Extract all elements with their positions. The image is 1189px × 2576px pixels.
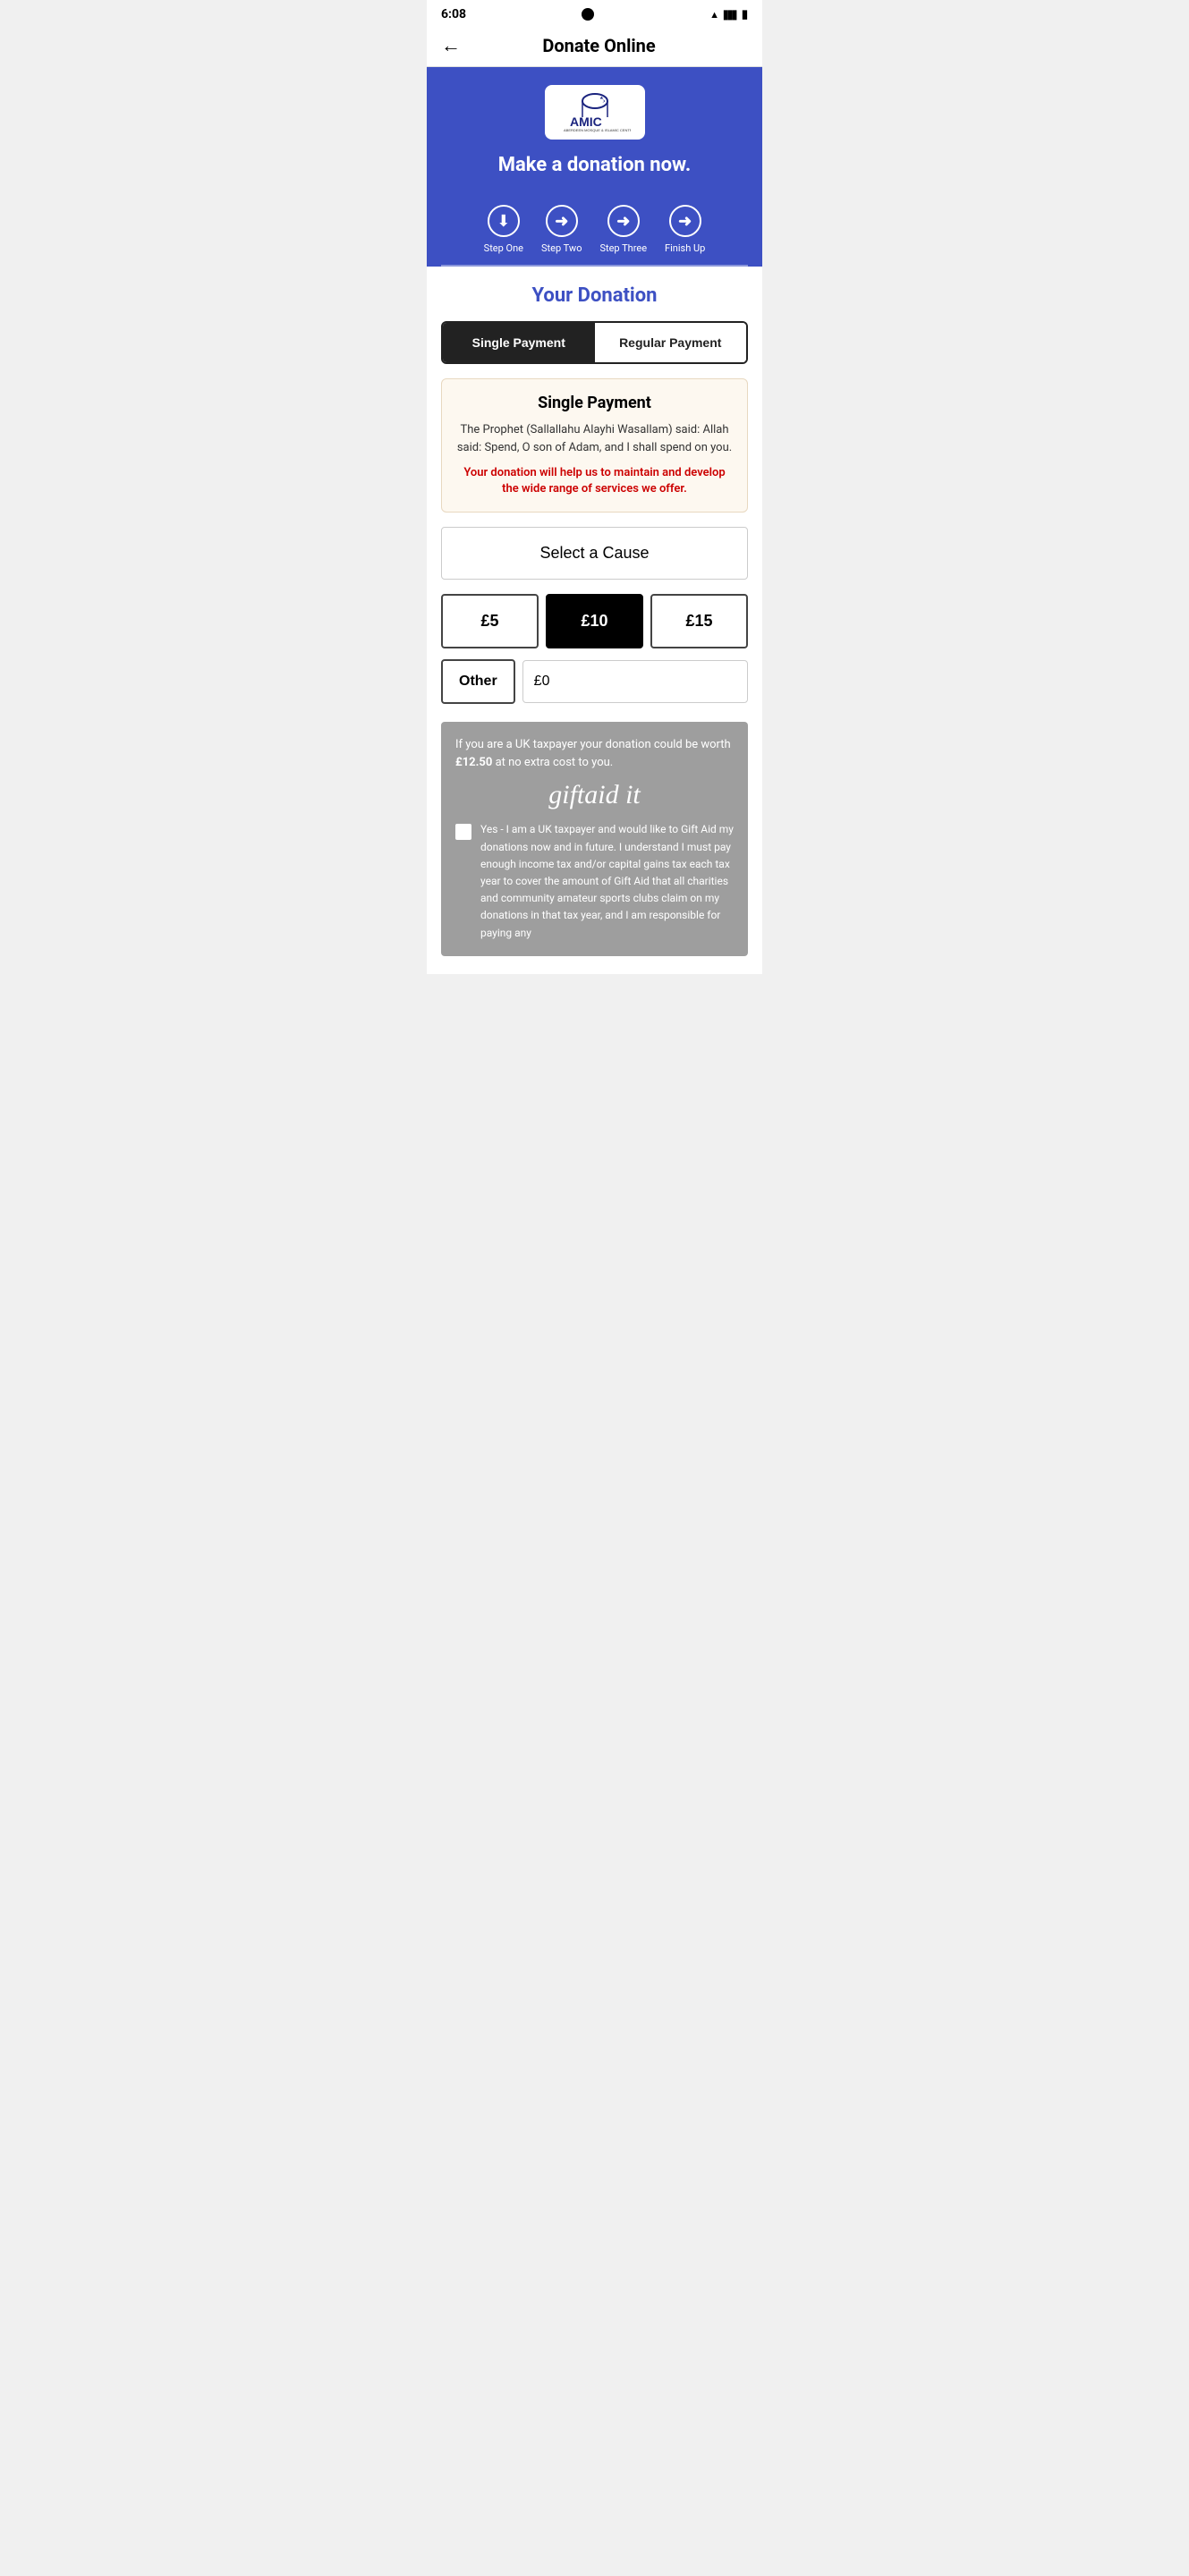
finish-up[interactable]: ➜ Finish Up xyxy=(665,205,705,254)
finish-up-label: Finish Up xyxy=(665,242,705,254)
logo-section: AMIC ABERDEEN MOSQUE & ISLAMIC CENTRE Ma… xyxy=(427,67,762,191)
gift-aid-intro: If you are a UK taxpayer your donation c… xyxy=(455,736,734,771)
payment-info-message: Your donation will help us to maintain a… xyxy=(456,465,733,497)
amount-row: £5 £10 £15 xyxy=(441,594,748,648)
gift-aid-checkbox-row: Yes - I am a UK taxpayer and would like … xyxy=(455,821,734,941)
gift-aid-agreement-text: Yes - I am a UK taxpayer and would like … xyxy=(480,821,734,941)
step-three-arrow: ➜ xyxy=(616,212,630,231)
phone-frame: 6:08 ← Donate Online xyxy=(427,0,762,974)
finish-up-icon: ➜ xyxy=(669,205,701,237)
battery-icon xyxy=(742,8,748,21)
step-one-label: Step One xyxy=(484,242,523,254)
other-button[interactable]: Other xyxy=(441,659,515,704)
amount-10-button[interactable]: £10 xyxy=(546,594,643,648)
single-payment-tab[interactable]: Single Payment xyxy=(443,323,595,362)
step-three-icon: ➜ xyxy=(607,205,640,237)
select-cause-button[interactable]: Select a Cause xyxy=(441,527,748,580)
step-two[interactable]: ➜ Step Two xyxy=(541,205,582,254)
status-bar: 6:08 xyxy=(427,0,762,25)
payment-info-quote: The Prophet (Sallallahu Alayhi Wasallam)… xyxy=(456,421,733,456)
svg-text:AMIC: AMIC xyxy=(570,114,602,129)
logo-svg: AMIC ABERDEEN MOSQUE & ISLAMIC CENTRE xyxy=(559,92,631,132)
step-three[interactable]: ➜ Step Three xyxy=(599,205,647,254)
payment-info-box: Single Payment The Prophet (Sallallahu A… xyxy=(441,378,748,513)
status-icons xyxy=(709,8,748,21)
svg-text:ABERDEEN MOSQUE & ISLAMIC CENT: ABERDEEN MOSQUE & ISLAMIC CENTRE xyxy=(564,128,631,132)
download-icon: ⬇ xyxy=(497,212,510,231)
amount-15-button[interactable]: £15 xyxy=(650,594,748,648)
wifi-icon xyxy=(709,8,719,21)
payment-info-title: Single Payment xyxy=(456,394,733,412)
gift-aid-logo: giftaid it xyxy=(455,780,734,810)
main-content: AMIC ABERDEEN MOSQUE & ISLAMIC CENTRE Ma… xyxy=(427,67,762,974)
gift-aid-amount: £12.50 xyxy=(455,756,492,769)
payment-toggle: Single Payment Regular Payment xyxy=(441,321,748,364)
status-time: 6:08 xyxy=(441,7,466,21)
signal-icon xyxy=(724,8,737,21)
camera-notch xyxy=(582,8,594,21)
nav-bar: ← Donate Online xyxy=(427,25,762,67)
gift-aid-intro-suffix: at no extra cost to you. xyxy=(492,756,613,769)
step-two-icon: ➜ xyxy=(546,205,578,237)
other-amount-input[interactable] xyxy=(522,660,748,703)
other-row: Other xyxy=(441,659,748,704)
step-two-arrow: ➜ xyxy=(555,212,568,231)
gift-aid-section: If you are a UK taxpayer your donation c… xyxy=(441,722,748,955)
step-one-icon: ⬇ xyxy=(488,205,520,237)
logo-container: AMIC ABERDEEN MOSQUE & ISLAMIC CENTRE xyxy=(545,85,645,140)
page-title: Donate Online xyxy=(470,35,728,56)
regular-payment-tab[interactable]: Regular Payment xyxy=(595,323,747,362)
back-button[interactable]: ← xyxy=(441,34,461,57)
donation-title: Your Donation xyxy=(441,284,748,307)
headline: Make a donation now. xyxy=(498,154,692,176)
steps-row: ⬇ Step One ➜ Step Two ➜ Step Three ➜ xyxy=(427,191,762,265)
finish-up-arrow: ➜ xyxy=(678,212,692,231)
donation-section: Your Donation Single Payment Regular Pay… xyxy=(427,267,762,974)
step-one[interactable]: ⬇ Step One xyxy=(484,205,523,254)
step-three-label: Step Three xyxy=(599,242,647,254)
gift-aid-intro-text: If you are a UK taxpayer your donation c… xyxy=(455,738,731,751)
gift-aid-checkbox[interactable] xyxy=(455,824,471,840)
amount-5-button[interactable]: £5 xyxy=(441,594,539,648)
step-two-label: Step Two xyxy=(541,242,582,254)
